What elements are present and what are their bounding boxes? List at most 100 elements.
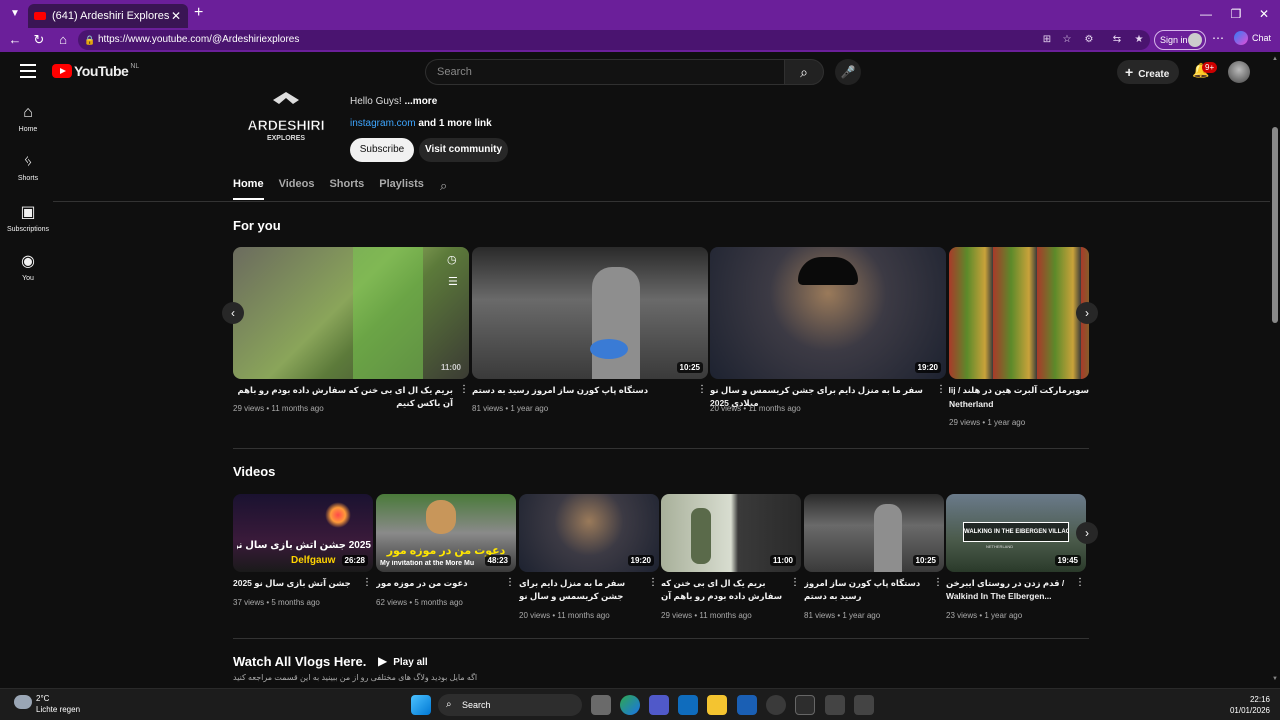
thumbnail-overlay-text: Delfgauw (291, 555, 336, 566)
scrollbar-thumb[interactable] (1272, 127, 1278, 323)
start-windows-icon[interactable] (411, 695, 431, 715)
minimize-icon[interactable]: — (1194, 5, 1218, 23)
rail-subscriptions[interactable]: ▣ Subscriptions (4, 202, 52, 233)
video-thumbnail[interactable] (949, 247, 1089, 379)
video-thumbnail[interactable]: 11:00 (233, 247, 469, 379)
tab-shorts[interactable]: Shorts (329, 178, 364, 200)
rail-home[interactable]: ⌂ Home (4, 104, 52, 133)
new-tab-icon[interactable]: + (194, 4, 210, 22)
edge-browser-icon[interactable] (620, 695, 640, 715)
subscribe-button[interactable]: Subscribe (350, 138, 414, 162)
video-title[interactable]: سفر ما به منزل دایم برای جشن کریسمس و سا… (519, 577, 645, 603)
refresh-icon[interactable]: ↻ (30, 31, 48, 49)
video-thumbnail[interactable]: 19:20 (710, 247, 946, 379)
favorites-icon[interactable]: ★ (1132, 30, 1146, 50)
tab-home[interactable]: Home (233, 178, 264, 200)
voice-search-icon[interactable]: 🎤 (835, 59, 861, 85)
carousel-next-arrow-icon[interactable]: › (1076, 302, 1098, 324)
rail-shorts[interactable]: ᛃ Shorts (4, 153, 52, 182)
scroll-up-icon[interactable]: ▲ (1272, 56, 1278, 62)
video-menu-icon[interactable]: ⋮ (362, 577, 372, 588)
split-screen-icon[interactable]: ⇆ (1110, 30, 1124, 50)
video-title[interactable]: دستگاه پاپ کورن ساز امروز رسید به دستم (472, 384, 692, 397)
outlook-icon[interactable] (678, 695, 698, 715)
settings-more-icon[interactable]: ⋯ (1212, 31, 1224, 45)
video-menu-icon[interactable]: ⋮ (505, 577, 515, 588)
back-icon[interactable]: ← (6, 31, 24, 49)
rail-subscriptions-label: Subscriptions (6, 226, 50, 233)
app-available-icon[interactable]: ⊞ (1040, 30, 1054, 50)
add-to-queue-icon[interactable]: ☰ (448, 275, 458, 288)
video-menu-icon[interactable]: ⋮ (933, 577, 943, 588)
weather-widget[interactable]: 2°C Lichte regen (14, 693, 80, 715)
video-title[interactable]: سوپرمارکت آلبرت هین در هلند / Albert Hij (949, 384, 1089, 397)
tab-actions-icon[interactable]: ▼ (6, 5, 24, 23)
video-title-line2[interactable]: Netherland (949, 398, 1089, 411)
video-menu-icon[interactable]: ⋮ (936, 384, 946, 395)
task-view-icon[interactable] (591, 695, 611, 715)
page-scrollbar[interactable]: ▲ ▼ (1270, 52, 1280, 688)
video-menu-icon[interactable]: ⋮ (697, 384, 707, 395)
channel-description[interactable]: Hello Guys! ...more (350, 96, 437, 107)
video-menu-icon[interactable]: ⋮ (1075, 577, 1085, 588)
carousel-prev-arrow-icon[interactable]: ‹ (222, 302, 244, 324)
rail-you[interactable]: ◉ You (4, 251, 52, 282)
close-tab-icon[interactable]: ✕ (170, 9, 182, 23)
video-title[interactable]: قدم زدن در روستای ایبرخن / Walkind In Th… (946, 577, 1072, 603)
video-thumbnail[interactable]: دعوت من در موزه مور My invitation at the… (376, 494, 516, 572)
teams-icon[interactable] (649, 695, 669, 715)
app-icon[interactable] (854, 695, 874, 715)
more-links[interactable]: and 1 more link (418, 118, 491, 129)
sign-in-button[interactable]: Sign in (1154, 30, 1206, 50)
instagram-link[interactable]: instagram.com (350, 118, 416, 129)
video-thumbnail[interactable]: 19:20 (519, 494, 659, 572)
video-thumbnail[interactable]: 11:00 (661, 494, 801, 572)
video-thumbnail[interactable]: WALKING IN THE EIBERGEN VILLAGE NETHERLA… (946, 494, 1086, 572)
visit-community-button[interactable]: Visit community (419, 138, 508, 162)
scroll-down-icon[interactable]: ▼ (1272, 676, 1278, 682)
youtube-play-icon (52, 64, 72, 78)
copilot-chat-button[interactable]: Chat (1234, 31, 1271, 45)
video-thumbnail[interactable]: 10:25 (804, 494, 944, 572)
terminal-icon[interactable] (795, 695, 815, 715)
site-info-icon[interactable]: 🔒 (84, 30, 95, 50)
system-clock[interactable]: 22:16 01/01/2026 (1226, 694, 1270, 716)
favorite-star-icon[interactable]: ☆ (1060, 30, 1074, 50)
vlogs-heading[interactable]: Watch All Vlogs Here. (233, 654, 366, 669)
youtube-logo[interactable]: YouTube NL (52, 63, 139, 79)
create-button[interactable]: + Create (1117, 60, 1179, 84)
video-title[interactable]: جشن آتش بازی سال نو 2025 (233, 577, 359, 590)
home-browser-icon[interactable]: ⌂ (54, 31, 72, 49)
channel-search-icon[interactable]: ⌕ (440, 178, 447, 194)
app-pinned-icon[interactable] (737, 695, 757, 715)
menu-icon[interactable] (20, 64, 36, 78)
video-menu-icon[interactable]: ⋮ (459, 384, 469, 395)
description-more[interactable]: ...more (404, 96, 437, 107)
tab-videos[interactable]: Videos (279, 178, 315, 200)
account-avatar[interactable] (1228, 61, 1250, 83)
video-thumbnail[interactable]: 10:25 (472, 247, 708, 379)
restore-icon[interactable]: ❐ (1224, 5, 1248, 23)
tab-playlists[interactable]: Playlists (379, 178, 424, 200)
channel-logo[interactable]: ARDESHIRI EXPLORES (233, 90, 339, 154)
carousel-next-arrow-icon[interactable]: › (1076, 522, 1098, 544)
play-all-button[interactable]: ▶ Play all (378, 654, 428, 668)
extensions-icon[interactable]: ⚙ (1082, 30, 1096, 50)
video-title[interactable]: دعوت من در موزه مور (376, 577, 502, 590)
video-menu-icon[interactable]: ⋮ (790, 577, 800, 588)
file-explorer-icon[interactable] (707, 695, 727, 715)
browser-tab[interactable]: (641) Ardeshiri Explores - YouTube ✕ (28, 4, 188, 28)
app-icon[interactable] (825, 695, 845, 715)
address-bar[interactable]: 🔒 https://www.youtube.com/@Ardeshiriexpl… (78, 30, 1150, 50)
taskbar-search[interactable]: ⌕ Search (438, 694, 582, 716)
chrome-icon[interactable] (766, 695, 786, 715)
channel-links[interactable]: instagram.com and 1 more link (350, 118, 492, 129)
watch-later-icon[interactable]: ◷ (447, 253, 457, 266)
video-menu-icon[interactable]: ⋮ (648, 577, 658, 588)
video-title[interactable]: دستگاه پاپ کورن ساز امروز رسید به دستم (804, 577, 930, 603)
video-thumbnail[interactable]: 2025 جشن آتش بازی سال نو Delfgauw 26:28 (233, 494, 373, 572)
search-button[interactable]: ⌕ (784, 59, 824, 85)
search-input[interactable]: Search (425, 59, 784, 85)
close-window-icon[interactable]: ✕ (1252, 5, 1276, 23)
video-title[interactable]: بریم یک ال ای بی خنن که سفارش داده بودم … (661, 577, 787, 603)
